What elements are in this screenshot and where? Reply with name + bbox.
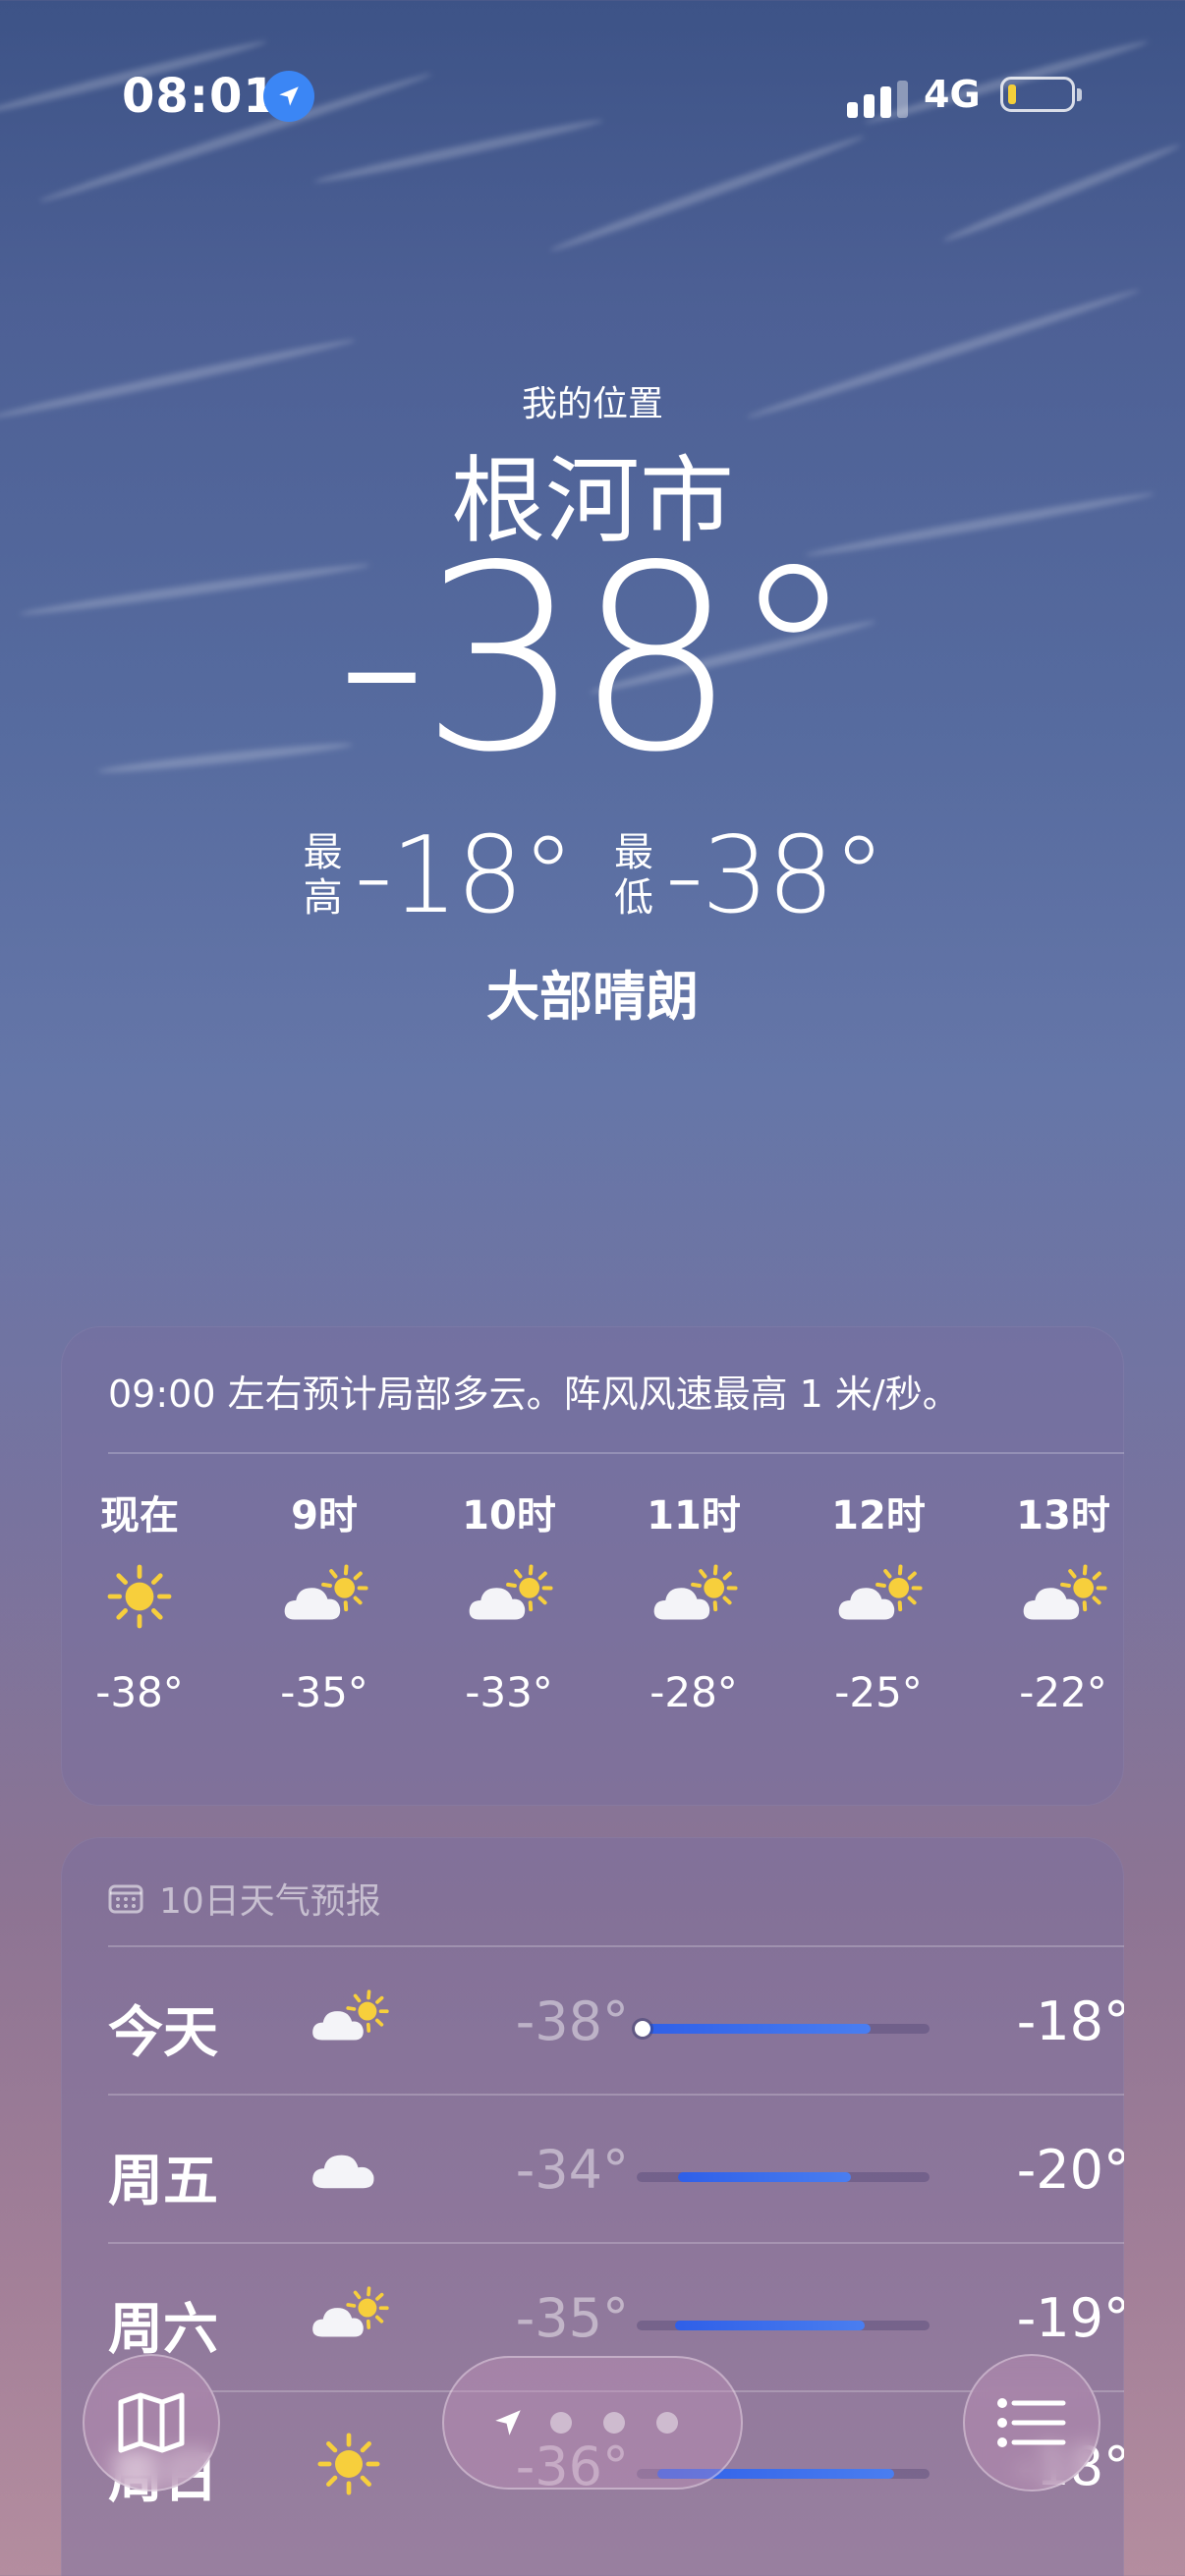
day-high-temp: -19° (1016, 2287, 1124, 2349)
hour-column: 现在 -38° (61, 1484, 218, 1716)
divider (108, 2094, 1124, 2096)
page-dot[interactable] (656, 2412, 678, 2434)
hour-label: 12时 (831, 1493, 926, 1539)
hour-column: 13时 -22° (985, 1484, 1124, 1716)
day-name: 周六 (108, 2298, 218, 2362)
high-low-temperatures: 最高 -18° 最低 -38° (0, 814, 1185, 937)
day-name: 今天 (108, 2001, 218, 2065)
network-type: 4G (924, 73, 981, 116)
calendar-icon (108, 1884, 143, 1914)
partly-cloudy-icon (430, 1542, 588, 1651)
temperature-range-fill (642, 2024, 872, 2034)
sun-icon (61, 1542, 218, 1651)
hour-temperature: -33° (465, 1668, 553, 1716)
current-temperature: -38° (335, 512, 858, 809)
hour-temperature: -35° (280, 1668, 368, 1716)
page-dot[interactable] (550, 2412, 572, 2434)
divider (108, 2242, 1124, 2244)
current-temp-marker (634, 2021, 650, 2037)
map-icon (118, 2392, 185, 2453)
hour-column: 12时 -25° (800, 1484, 957, 1716)
day-name: 周五 (108, 2150, 218, 2213)
divider (108, 1945, 1124, 1947)
partly-cloudy-icon (295, 1975, 403, 2063)
day-high-temp: -20° (1016, 2139, 1124, 2201)
temperature-range-fill (677, 2172, 851, 2182)
hour-label: 13时 (1016, 1493, 1110, 1539)
high-label: 最高 (303, 830, 343, 921)
partly-cloudy-icon (985, 1542, 1124, 1651)
hour-label: 10时 (462, 1493, 556, 1539)
location-arrow-icon (495, 2410, 521, 2436)
my-location-label: 我的位置 (521, 384, 663, 424)
hour-temperature: -22° (1019, 1668, 1107, 1716)
map-button[interactable] (83, 2354, 220, 2492)
hourly-summary: 09:00 左右预计局部多云。阵风风速最高 1 米/秒。 (108, 1372, 960, 1416)
hour-column: 11时 -28° (615, 1484, 772, 1716)
temperature-range-fill (674, 2321, 866, 2330)
hour-temperature: -25° (834, 1668, 923, 1716)
low-label: 最低 (614, 830, 653, 921)
signal-strength-icon (847, 81, 910, 118)
battery-level-fill (1008, 84, 1016, 104)
partly-cloudy-icon (800, 1542, 957, 1651)
day-row[interactable]: 周五 -34° -20° (108, 2094, 1124, 2241)
hour-label: 9时 (291, 1493, 358, 1539)
city-list-button[interactable] (963, 2354, 1100, 2492)
sun-icon (295, 2420, 403, 2508)
page-indicator[interactable] (442, 2356, 743, 2490)
ten-day-header: 10日天气预报 (108, 1873, 381, 1924)
divider (108, 1452, 1124, 1454)
page-dot[interactable] (603, 2412, 625, 2434)
day-low-temp: -38° (515, 1990, 629, 2052)
day-row[interactable]: 今天 -38° -18° (108, 1945, 1124, 2093)
ten-day-header-label: 10日天气预报 (159, 1881, 381, 1922)
temperature-range-bar (637, 2172, 930, 2182)
low-temperature: -38° (665, 813, 885, 937)
hour-column: 9时 -35° (246, 1484, 403, 1716)
day-low-temp: -35° (515, 2287, 629, 2349)
cloud-icon (295, 2123, 403, 2212)
status-time: 08:01 (122, 69, 277, 124)
hour-temperature: -28° (649, 1668, 738, 1716)
weather-condition: 大部晴朗 (486, 966, 699, 1028)
hour-column: 10时 -33° (430, 1484, 588, 1716)
hourly-forecast-card[interactable]: 09:00 左右预计局部多云。阵风风速最高 1 米/秒。 现在 -38° 9时 … (61, 1326, 1124, 1806)
partly-cloudy-icon (615, 1542, 772, 1651)
day-high-temp: -18° (1016, 1990, 1124, 2052)
partly-cloudy-icon (246, 1542, 403, 1651)
day-low-temp: -34° (515, 2139, 629, 2201)
hour-label: 11时 (647, 1493, 741, 1539)
battery-icon (1000, 77, 1082, 112)
hour-label: 现在 (100, 1493, 179, 1539)
partly-cloudy-icon (295, 2271, 403, 2360)
location-arrow-icon (263, 71, 314, 122)
temperature-range-bar (637, 2321, 930, 2330)
temperature-range-bar (634, 2021, 930, 2037)
list-icon (997, 2398, 1066, 2447)
status-bar: 08:01 4G (0, 0, 1185, 196)
hour-temperature: -38° (95, 1668, 184, 1716)
high-temperature: -18° (354, 813, 575, 937)
